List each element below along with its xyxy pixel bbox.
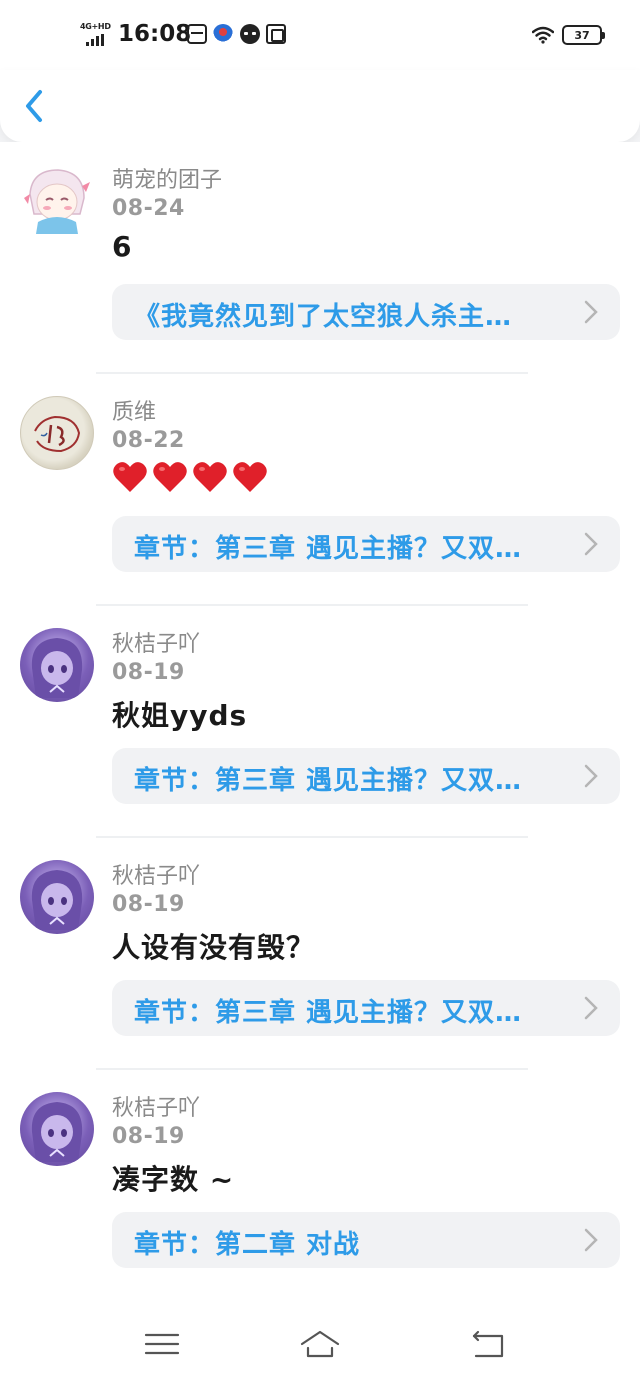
avatar[interactable] — [20, 628, 94, 702]
heart-icon — [233, 462, 267, 492]
mascot-icon — [240, 24, 260, 44]
chevron-right-icon — [584, 996, 598, 1020]
home-icon[interactable] — [298, 1326, 342, 1362]
hand-drawn-avatar-icon — [34, 415, 81, 453]
chevron-left-icon[interactable] — [18, 84, 54, 128]
comment-text: 凑字数 ~ — [112, 1163, 235, 1196]
comment-date: 08-24 — [112, 196, 185, 221]
comment-item: 秋桔子吖 08-19 人设有没有毁？ 章节：第三章 遇见主播？又双… — [0, 838, 640, 1070]
back-icon[interactable] — [466, 1326, 510, 1362]
heart-icon — [113, 462, 147, 492]
username[interactable]: 秋桔子吖 — [112, 1090, 200, 1122]
purple-anime-girl-avatar-icon — [31, 638, 83, 698]
battery-icon: 37 — [562, 25, 605, 45]
username[interactable]: 秋桔子吖 — [112, 858, 200, 890]
comment-text: 6 — [112, 230, 133, 263]
source-link-text: 章节：第三章 遇见主播？又双… — [134, 534, 523, 564]
source-link-card[interactable]: 章节：第三章 遇见主播？又双… — [112, 516, 620, 572]
avatar[interactable] — [20, 396, 94, 470]
heart-icon — [153, 462, 187, 492]
comment-item: 秋桔子吖 08-19 秋姐yyds 章节：第三章 遇见主播？又双… — [0, 606, 640, 838]
comment-item: 秋桔子吖 08-19 凑字数 ~ 章节：第二章 对战 — [0, 1070, 640, 1302]
chevron-right-icon — [584, 1228, 598, 1252]
calendar-icon — [187, 24, 207, 44]
status-bar: 4G+HD 16:08 37 — [0, 0, 640, 70]
source-link-card[interactable]: 章节：第二章 对战 — [112, 1212, 620, 1268]
battery-level: 37 — [574, 28, 590, 42]
heart-emoji-row — [112, 460, 268, 494]
comment-date: 08-22 — [112, 428, 185, 453]
comment-date: 08-19 — [112, 892, 185, 917]
system-nav-bar — [0, 1296, 640, 1387]
comment-text: 人设有没有毁？ — [112, 931, 316, 964]
source-link-card[interactable]: 章节：第三章 遇见主播？又双… — [112, 748, 620, 804]
page-header — [0, 70, 640, 142]
avatar[interactable] — [20, 1092, 94, 1166]
source-link-card[interactable]: 《我竟然见到了太空狼人杀主… — [112, 284, 620, 340]
source-link-card[interactable]: 章节：第三章 遇见主播？又双… — [112, 980, 620, 1036]
comment-date: 08-19 — [112, 660, 185, 685]
cellular-signal-icon: 4G+HD — [80, 22, 112, 46]
chevron-right-icon — [584, 764, 598, 788]
chevron-right-icon — [584, 532, 598, 556]
username[interactable]: 秋桔子吖 — [112, 626, 200, 658]
avatar[interactable] — [20, 860, 94, 934]
menu-icon[interactable] — [140, 1326, 184, 1362]
source-link-text: 章节：第二章 对战 — [134, 1230, 361, 1260]
status-time: 16:08 — [118, 21, 192, 47]
comment-text: 秋姐yyds — [112, 699, 248, 732]
app-icon — [213, 24, 233, 44]
purple-anime-girl-avatar-icon — [31, 1102, 83, 1162]
comment-item: 质维 08-22 章节：第三章 遇见主播？又双… — [0, 374, 640, 606]
purple-anime-girl-avatar-icon — [31, 870, 83, 930]
comment-date: 08-19 — [112, 1124, 185, 1149]
avatar[interactable] — [20, 164, 94, 238]
source-link-text: 《我竟然见到了太空狼人杀主… — [134, 302, 513, 332]
translate-icon — [266, 24, 286, 44]
source-link-text: 章节：第三章 遇见主播？又双… — [134, 766, 523, 796]
source-link-text: 章节：第三章 遇见主播？又双… — [134, 998, 523, 1028]
comment-item: 萌宠的团子 08-24 6 《我竟然见到了太空狼人杀主… — [0, 142, 640, 374]
network-type: 4G+HD — [80, 22, 111, 31]
username[interactable]: 萌宠的团子 — [112, 162, 222, 194]
anime-girl-avatar-icon — [24, 169, 90, 234]
wifi-icon — [532, 26, 554, 44]
heart-icon — [193, 462, 227, 492]
username[interactable]: 质维 — [112, 394, 156, 426]
chevron-right-icon — [584, 300, 598, 324]
